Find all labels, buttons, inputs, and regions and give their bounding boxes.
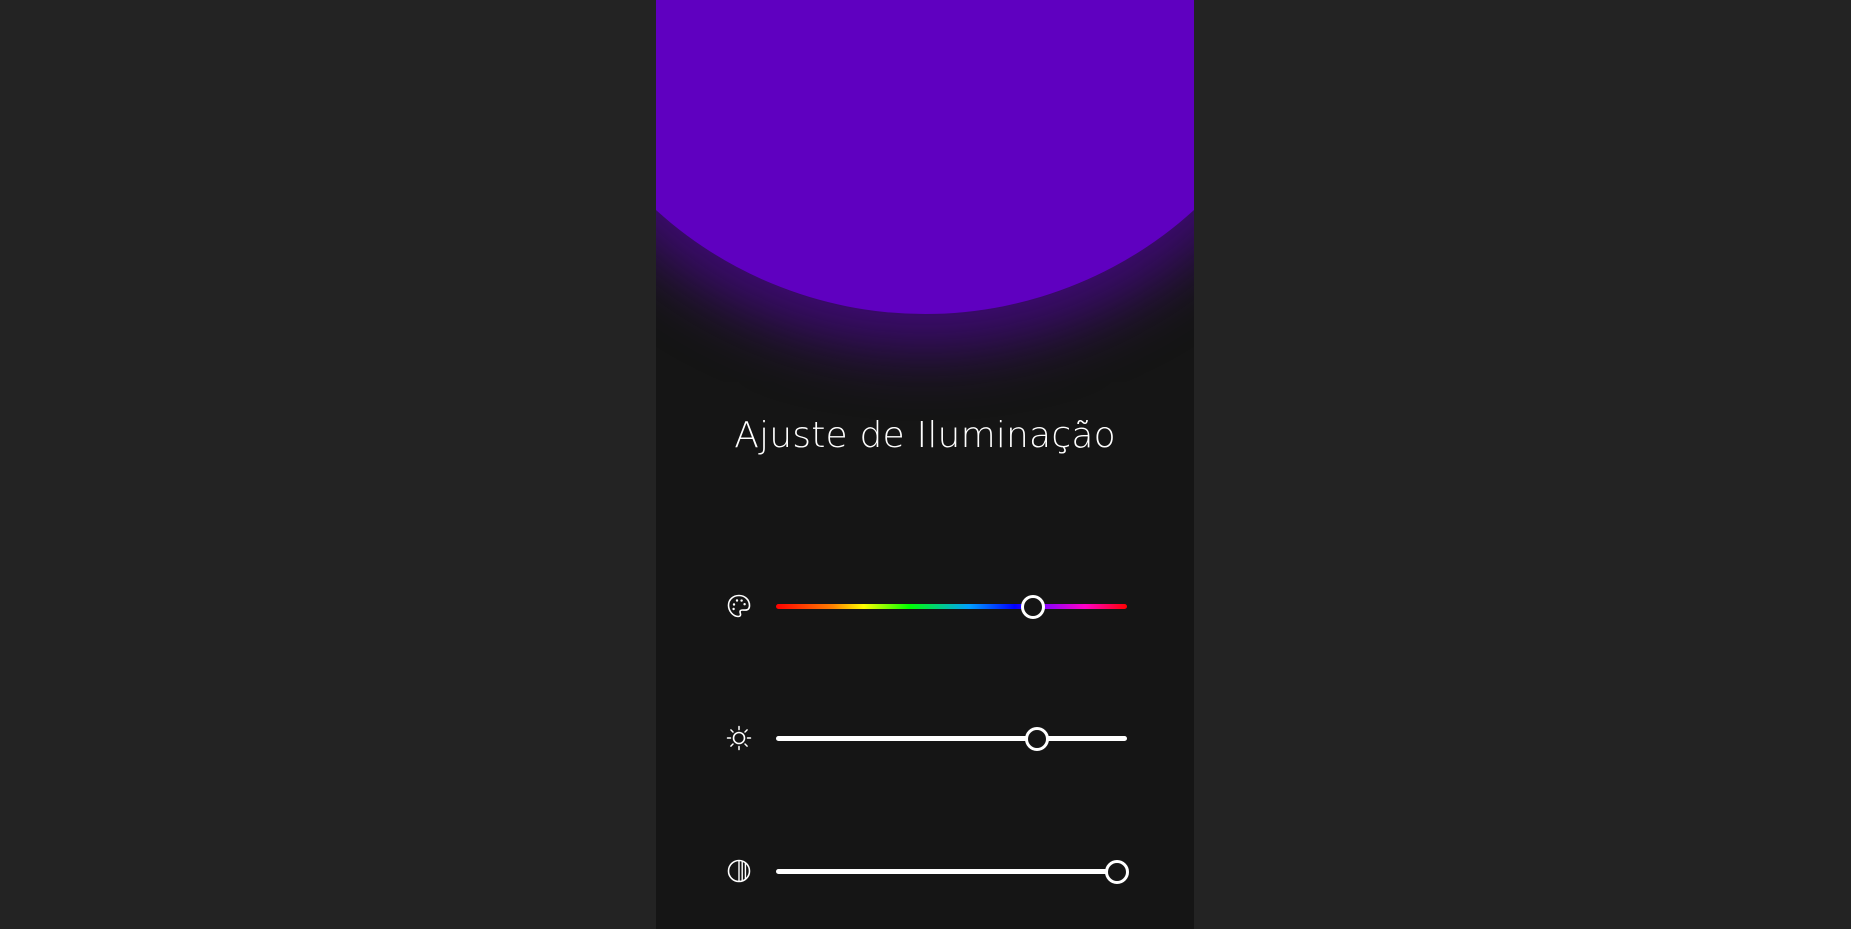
lighting-panel: Ajuste de Iluminação [656,0,1194,929]
brightness-control [726,723,1136,753]
brightness-slider-thumb[interactable] [1024,727,1049,751]
contrast-icon [726,858,752,884]
sun-icon [726,725,752,751]
palette-icon [726,593,752,619]
contrast-control [726,856,1136,886]
light-color-preview [656,0,1194,314]
brightness-slider[interactable] [776,727,1127,751]
hue-slider-thumb[interactable] [1021,595,1046,619]
hue-control [726,591,1136,621]
page: Ajuste de Iluminação [0,0,1851,929]
hue-slider[interactable] [776,595,1127,619]
contrast-slider[interactable] [776,860,1130,884]
contrast-slider-thumb[interactable] [1105,860,1130,884]
page-title: Ajuste de Iluminação [734,415,1116,456]
